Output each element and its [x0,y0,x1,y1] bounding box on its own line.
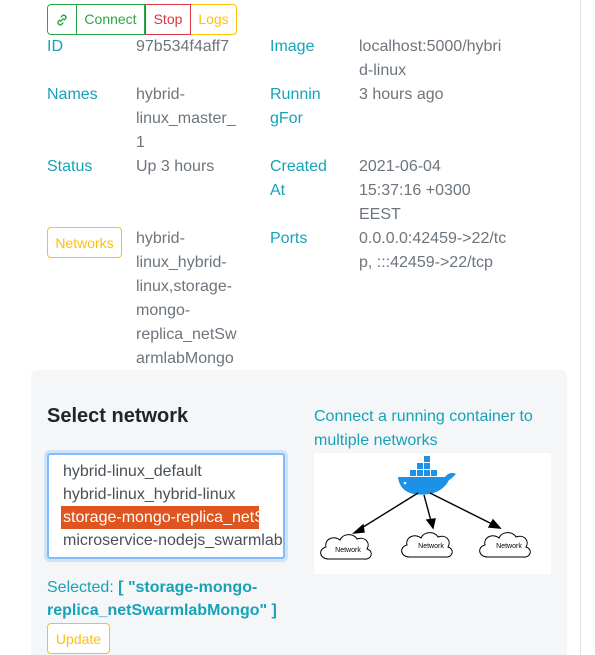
image-value: localhost:5000/hybri d-linux [359,38,502,79]
names-value: hybrid- linux_master_ 1 [136,86,236,151]
networks-value: hybrid- linux_hybrid- linux,storage- mon… [136,230,237,367]
selected-network-text: Selected: [ "storage-mongo- replica_netS… [47,576,287,622]
names-label: Names [47,86,98,103]
stop-button[interactable]: Stop [145,4,191,35]
cloud-label-2: Network [418,543,444,550]
docker-whale-icon [398,456,456,495]
status-label: Status [47,158,93,175]
status-value: Up 3 hours [136,158,215,175]
created-at-value: 2021-06-04 15:37:16 +0300 EEST [359,158,471,223]
select-network-title: Select network [47,405,189,427]
container-toolbar: Connect Stop Logs [47,4,237,35]
created-at-label: Created At [270,158,327,199]
selected-prefix: Selected: [47,579,114,596]
link-icon [57,14,67,25]
update-button[interactable]: Update [47,623,110,654]
network-cloud-3: Network [479,532,531,558]
network-option[interactable]: hybrid-linux_default [49,460,283,483]
id-label: ID [47,38,63,55]
running-for-label: Runnin gFor [270,86,321,127]
selected-value-line1: [ "storage-mongo- [118,579,258,596]
running-for-value: 3 hours ago [359,86,444,103]
connect-button[interactable]: Connect [77,4,145,35]
network-option[interactable]: hybrid-linux_hybrid-linux [49,483,283,506]
network-option-selected[interactable]: storage-mongo-replica_netSwarmlabMongo [61,506,259,529]
help-link[interactable]: Connect a running container to multiple … [314,405,554,453]
selected-value-line2: replica_netSwarmlabMongo" ] [47,602,277,619]
logs-button[interactable]: Logs [191,4,237,35]
cloud-label-1: Network [335,547,361,554]
network-cloud-2: Network [401,532,453,558]
network-listbox[interactable]: hybrid-linux_default hybrid-linux_hybrid… [47,453,285,559]
cloud-label-3: Network [496,543,522,550]
network-option[interactable]: microservice-nodejs_swarmlab [49,529,283,552]
page-border [580,0,581,655]
network-cloud-1: Network [320,534,372,560]
image-label: Image [270,38,315,55]
networks-button[interactable]: Networks [47,227,122,258]
link-button[interactable] [47,4,77,35]
id-value: 97b534f4aff7 [136,38,230,55]
network-diagram: Network Network Network [314,453,551,574]
ports-value: 0.0.0.0:42459->22/tc p, :::42459->22/tcp [359,230,507,271]
ports-label: Ports [270,230,308,247]
